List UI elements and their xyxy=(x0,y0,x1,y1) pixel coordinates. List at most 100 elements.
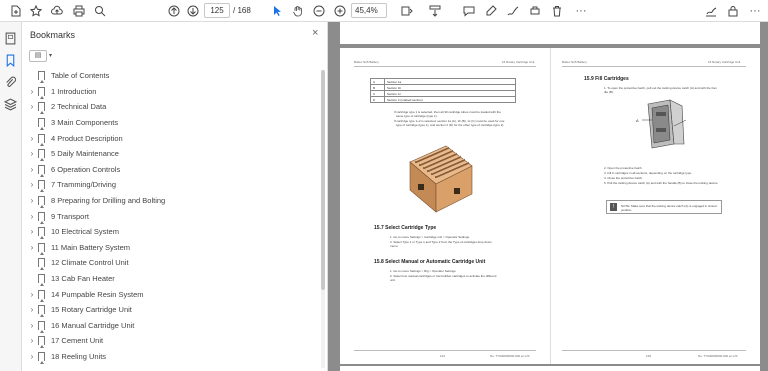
scrollbar-thumb[interactable] xyxy=(321,70,325,290)
bookmark-icon xyxy=(38,289,45,302)
right-page-number: 125 xyxy=(646,354,652,358)
stamp-icon[interactable] xyxy=(528,4,542,18)
bullet-line: same type of cartridge (type 1). xyxy=(396,114,438,118)
step-line: 2. Select Type 1 or Type 1 and Type 2 fr… xyxy=(390,240,492,244)
next-page-icon[interactable] xyxy=(186,4,200,18)
left-rail xyxy=(0,22,22,371)
fit-page-icon[interactable] xyxy=(400,4,414,18)
bookmark-item[interactable]: › 4 Product Description xyxy=(22,130,320,146)
chevron-right-icon[interactable]: › xyxy=(28,102,36,111)
chevron-right-icon[interactable]: › xyxy=(28,149,36,158)
chevron-right-icon[interactable]: › xyxy=(28,227,36,236)
bookmark-label: 6 Operation Controls xyxy=(51,164,121,174)
svg-text:A: A xyxy=(636,118,639,123)
bookmark-item[interactable]: 12 Climate Control Unit xyxy=(22,255,320,271)
zoom-search-icon[interactable] xyxy=(93,4,107,18)
highlight-icon[interactable] xyxy=(484,4,498,18)
bookmark-item[interactable]: 3 Main Components xyxy=(22,115,320,131)
chevron-right-icon[interactable]: › xyxy=(28,134,36,143)
more-tools-icon[interactable]: ··· xyxy=(574,4,588,18)
attachment-icon[interactable] xyxy=(4,76,18,90)
bookmark-item[interactable]: Table of Contents xyxy=(22,68,320,84)
chevron-right-icon[interactable]: › xyxy=(28,290,36,299)
bookmark-item[interactable]: › 10 Electrical System xyxy=(22,224,320,240)
bookmark-icon xyxy=(38,71,45,84)
bookmark-item[interactable]: › 1 Introduction xyxy=(22,84,320,100)
bookmark-icon xyxy=(38,336,45,349)
bookmark-label: 4 Product Description xyxy=(51,133,123,143)
page-number-input[interactable]: 125 xyxy=(204,3,230,18)
chevron-right-icon[interactable]: › xyxy=(28,336,36,345)
table-row: D Section 2 (marked section) xyxy=(370,96,516,103)
step-line: menu. xyxy=(390,244,399,248)
chevron-right-icon[interactable]: › xyxy=(28,165,36,174)
zoom-level-input[interactable]: 45,4% xyxy=(351,3,387,18)
draw-icon[interactable] xyxy=(506,4,520,18)
chevron-right-icon[interactable]: › xyxy=(28,196,36,205)
bookmark-list: Table of Contents › 1 Introduction › 2 Techn… xyxy=(22,68,320,364)
document-viewport[interactable]: Boltec S15 Battery 15 Rotary Cartridge U… xyxy=(328,22,768,371)
sign-icon[interactable] xyxy=(704,4,718,18)
new-document-icon[interactable] xyxy=(9,4,23,18)
cloud-upload-icon[interactable] xyxy=(50,4,64,18)
hatch-illustration: A xyxy=(636,99,687,149)
close-icon[interactable]: × xyxy=(312,27,318,39)
hand-tool-icon[interactable] xyxy=(291,4,305,18)
bookmark-item[interactable]: › 18 Reeling Units xyxy=(22,349,320,365)
zoom-in-icon[interactable] xyxy=(333,4,347,18)
bookmark-item[interactable]: › 8 Preparing for Drilling and Bolting xyxy=(22,193,320,209)
bookmark-scrollbar[interactable] xyxy=(321,70,325,368)
left-page-number: 124 xyxy=(440,354,446,358)
scroll-mode-icon[interactable] xyxy=(428,4,442,18)
comment-icon[interactable] xyxy=(462,4,476,18)
lock-icon[interactable] xyxy=(726,4,740,18)
bookmark-label: 1 Introduction xyxy=(51,86,97,96)
bookmark-label: 17 Cement Unit xyxy=(51,336,104,346)
chevron-right-icon[interactable]: › xyxy=(28,305,36,314)
bookmark-options-button[interactable]: ▤ xyxy=(29,50,47,62)
print-icon[interactable] xyxy=(72,4,86,18)
right-footer-rule xyxy=(562,350,746,351)
bookmark-icon[interactable] xyxy=(4,54,18,68)
delete-icon[interactable] xyxy=(550,4,564,18)
bookmark-item[interactable]: › 11 Main Battery System xyxy=(22,240,320,256)
chevron-down-icon[interactable]: ▾ xyxy=(49,52,52,59)
chevron-right-icon[interactable]: › xyxy=(28,352,36,361)
bookmark-item[interactable]: › 9 Transport xyxy=(22,208,320,224)
more-icon[interactable]: ··· xyxy=(748,4,762,18)
bookmark-item[interactable]: › 15 Rotary Cartridge Unit xyxy=(22,302,320,318)
page-thumbnails-icon[interactable] xyxy=(4,32,18,46)
bookmark-icon xyxy=(38,242,45,255)
bookmark-label: 9 Transport xyxy=(51,211,89,221)
layers-icon[interactable] xyxy=(3,98,18,112)
left-footer-rule xyxy=(354,350,536,351)
bookmark-item[interactable]: › 6 Operation Controls xyxy=(22,162,320,178)
chevron-right-icon[interactable]: › xyxy=(28,87,36,96)
chevron-right-icon[interactable]: › xyxy=(28,243,36,252)
bookmark-item[interactable]: › 2 Technical Data xyxy=(22,99,320,115)
right-header-right: 15 Rotary Cartridge Unit xyxy=(708,60,741,64)
bookmark-item[interactable]: › 16 Manual Cartridge Unit xyxy=(22,318,320,334)
zoom-out-icon[interactable] xyxy=(312,4,326,18)
bookmark-item[interactable]: › 17 Cement Unit xyxy=(22,333,320,349)
previous-page-tail xyxy=(340,22,760,44)
note-text: NOTE: Make sure that the locking device … xyxy=(621,204,717,212)
chevron-right-icon[interactable]: › xyxy=(28,180,36,189)
chevron-right-icon[interactable]: › xyxy=(28,321,36,330)
step-line: dle (B). xyxy=(604,90,614,94)
bookmark-icon xyxy=(38,274,45,287)
previous-page-icon[interactable] xyxy=(167,4,181,18)
bookmark-icon xyxy=(38,227,45,240)
star-icon[interactable] xyxy=(29,4,43,18)
bookmark-item[interactable]: 13 Cab Fan Heater xyxy=(22,271,320,287)
bookmark-item[interactable]: › 5 Daily Maintenance xyxy=(22,146,320,162)
main-toolbar: 125 / 168 45,4% ··· ··· xyxy=(0,0,768,22)
bookmark-item[interactable]: › 7 Tramming/Driving xyxy=(22,177,320,193)
step-line: 1. Go to menu Settings > Rig > Operator … xyxy=(390,269,457,273)
chevron-right-icon[interactable]: › xyxy=(28,212,36,221)
bookmark-icon xyxy=(38,320,45,333)
select-cursor-icon[interactable] xyxy=(270,4,284,18)
page-total-label: / 168 xyxy=(233,6,251,15)
bookmark-icon xyxy=(38,351,45,364)
bookmark-item[interactable]: › 14 Pumpable Resin System xyxy=(22,286,320,302)
